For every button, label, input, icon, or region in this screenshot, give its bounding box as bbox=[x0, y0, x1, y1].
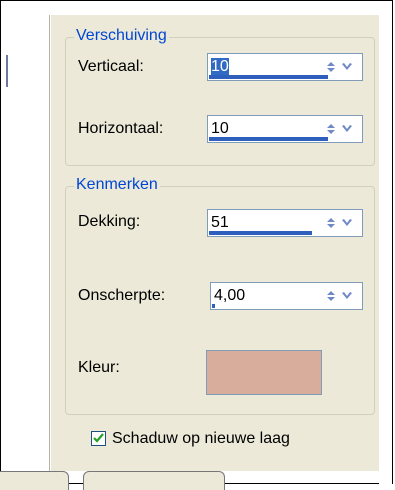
bottom-button-left[interactable] bbox=[0, 471, 69, 490]
new-layer-checkbox[interactable] bbox=[91, 431, 106, 446]
dialog-frame: Verschuiving Verticaal: 10 Horizontaal: … bbox=[0, 0, 393, 490]
properties-group: Kenmerken Dekking: 51 Onscherpte: 4,00 K… bbox=[65, 176, 375, 415]
offset-group: Verschuiving Verticaal: 10 Horizontaal: … bbox=[65, 27, 375, 166]
preview-panel bbox=[1, 15, 50, 471]
blur-spin-buttons[interactable] bbox=[325, 289, 357, 303]
vertical-level-bar bbox=[209, 75, 328, 79]
color-swatch[interactable] bbox=[206, 350, 322, 395]
blur-spinbox[interactable]: 4,00 bbox=[210, 282, 363, 310]
spin-arrows-icon[interactable] bbox=[325, 60, 357, 74]
horizontal-label: Horizontaal: bbox=[78, 120, 164, 137]
vertical-value[interactable]: 10 bbox=[211, 58, 229, 76]
opacity-value[interactable]: 51 bbox=[211, 214, 229, 232]
spin-arrows-icon[interactable] bbox=[325, 216, 357, 230]
horizontal-spin-buttons[interactable] bbox=[325, 122, 357, 136]
color-label: Kleur: bbox=[78, 359, 120, 376]
blur-level-bar bbox=[212, 304, 215, 308]
vertical-spinbox[interactable]: 10 bbox=[207, 53, 363, 81]
settings-panel: Verschuiving Verticaal: 10 Horizontaal: … bbox=[51, 15, 379, 471]
horizontal-level-bar bbox=[209, 137, 328, 141]
horizontal-value[interactable]: 10 bbox=[211, 120, 229, 138]
spin-arrows-icon[interactable] bbox=[325, 122, 357, 136]
checkmark-icon bbox=[93, 433, 104, 443]
new-layer-checkbox-label[interactable]: Schaduw op nieuwe laag bbox=[112, 430, 290, 448]
vertical-label: Verticaal: bbox=[78, 58, 144, 75]
opacity-label: Dekking: bbox=[78, 213, 141, 230]
window-edge bbox=[379, 1, 392, 485]
horizontal-spinbox[interactable]: 10 bbox=[207, 115, 363, 143]
blur-label: Onscherpte: bbox=[78, 287, 166, 304]
opacity-spinbox[interactable]: 51 bbox=[207, 209, 363, 237]
offset-group-title: Verschuiving bbox=[74, 27, 169, 45]
opacity-level-bar bbox=[209, 231, 312, 235]
properties-group-title: Kenmerken bbox=[74, 176, 160, 194]
preview-marker bbox=[6, 55, 8, 87]
blur-value[interactable]: 4,00 bbox=[214, 287, 245, 305]
bottom-button-right[interactable] bbox=[83, 471, 225, 490]
opacity-spin-buttons[interactable] bbox=[325, 216, 357, 230]
spin-arrows-icon[interactable] bbox=[325, 289, 357, 303]
vertical-spin-buttons[interactable] bbox=[325, 60, 357, 74]
